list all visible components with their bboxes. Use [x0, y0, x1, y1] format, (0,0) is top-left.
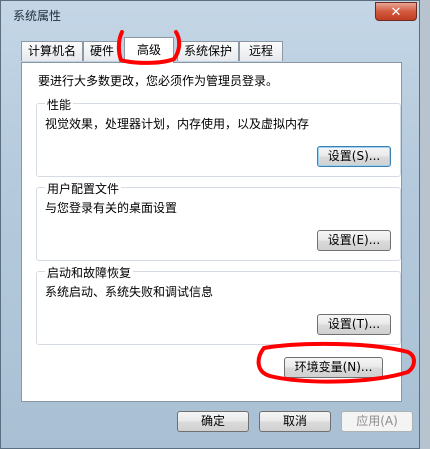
window-title: 系统属性	[13, 9, 62, 23]
ok-button[interactable]: 确定	[177, 411, 249, 432]
tab-hardware[interactable]: 硬件	[83, 41, 121, 61]
user-profiles-settings-button[interactable]: 设置(E)...	[317, 230, 391, 251]
tab-label: 系统保护	[183, 44, 232, 58]
admin-note: 要进行大多数更改，您必须作为管理员登录。	[38, 74, 279, 88]
tab-label: 硬件	[89, 44, 114, 58]
startup-recovery-settings-button[interactable]: 设置(T)...	[317, 314, 391, 335]
performance-heading: 性能	[45, 96, 74, 113]
advanced-tab-panel: 要进行大多数更改，您必须作为管理员登录。 性能 视觉效果，处理器计划，内存使用，…	[21, 62, 402, 402]
tab-label: 高级	[136, 43, 161, 57]
performance-description: 视觉效果，处理器计划，内存使用，以及虚拟内存	[45, 117, 310, 131]
startup-recovery-description: 系统启动、系统失败和调试信息	[45, 285, 214, 299]
system-properties-window: 系统属性 ✕ 计算机名 硬件 高级 系统保护 远程 要进行大多数更改，您必须作为…	[0, 0, 420, 449]
cancel-button[interactable]: 取消	[259, 411, 331, 432]
close-button[interactable]: ✕	[375, 2, 417, 21]
close-icon: ✕	[390, 5, 402, 20]
tab-advanced[interactable]: 高级	[124, 37, 174, 63]
tab-computer-name[interactable]: 计算机名	[21, 41, 83, 61]
tab-remote[interactable]: 远程	[239, 41, 283, 61]
environment-variables-button[interactable]: 环境变量(N)...	[284, 357, 383, 378]
apply-button[interactable]: 应用(A)	[341, 411, 413, 432]
tab-system-protection[interactable]: 系统保护	[177, 41, 239, 61]
startup-recovery-heading: 启动和故障恢复	[45, 264, 134, 281]
startup-recovery-group: 启动和故障恢复 系统启动、系统失败和调试信息 设置(T)...	[36, 264, 401, 345]
desktop-background-right	[420, 0, 430, 449]
tab-label: 远程	[248, 44, 273, 58]
user-profiles-description: 与您登录有关的桌面设置	[45, 201, 178, 215]
performance-group: 性能 视觉效果，处理器计划，内存使用，以及虚拟内存 设置(S)...	[36, 96, 401, 177]
performance-settings-button[interactable]: 设置(S)...	[317, 146, 391, 167]
user-profiles-group: 用户配置文件 与您登录有关的桌面设置 设置(E)...	[36, 180, 401, 261]
user-profiles-heading: 用户配置文件	[45, 180, 122, 197]
tab-label: 计算机名	[27, 44, 76, 58]
